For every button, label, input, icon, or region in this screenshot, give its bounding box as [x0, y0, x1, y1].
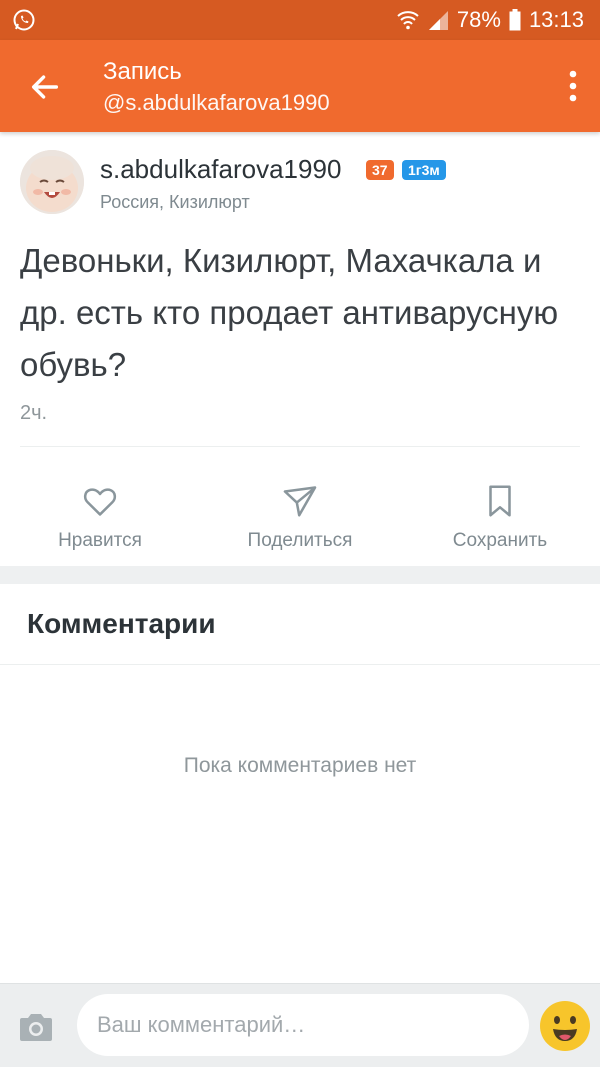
post-text: Девоньки, Кизилюрт, Махачкала и др. есть…	[20, 242, 559, 383]
smiley-icon[interactable]	[539, 1000, 591, 1052]
signal-icon	[428, 11, 448, 30]
level-badge: 37	[366, 160, 394, 180]
comment-input[interactable]	[77, 994, 529, 1056]
page-title: Запись	[103, 58, 182, 85]
camera-icon[interactable]	[18, 1012, 54, 1042]
avatar[interactable]	[20, 150, 84, 214]
wifi-icon	[397, 11, 419, 30]
share-label: Поделиться	[247, 530, 353, 551]
status-bar: 78% 13:13	[0, 0, 600, 40]
section-separator	[0, 566, 600, 584]
bookmark-icon	[489, 485, 511, 517]
share-plane-icon	[283, 486, 317, 517]
whatsapp-icon	[13, 9, 35, 31]
app-bar: Запись @s.abdulkafarova1990	[0, 40, 600, 132]
heart-icon	[83, 488, 117, 516]
no-comments-message: Пока комментариев нет	[183, 754, 417, 777]
save-button[interactable]: Сохранить	[400, 472, 600, 562]
comments-heading: Комментарии	[27, 608, 216, 639]
baby-face-image	[20, 150, 84, 214]
share-button[interactable]: Поделиться	[200, 472, 400, 562]
clock: 13:13	[528, 7, 584, 32]
author-name[interactable]: s.abdulkafarova1990	[100, 154, 341, 185]
post-timestamp: 2ч.	[20, 402, 48, 424]
post-header: s.abdulkafarova1990 37 1г3м Россия, Кизи…	[0, 132, 600, 222]
divider	[0, 664, 600, 665]
save-label: Сохранить	[452, 530, 548, 551]
comment-composer	[0, 983, 600, 1067]
battery-percent: 78%	[456, 7, 501, 32]
back-arrow-icon[interactable]	[28, 70, 62, 104]
more-menu-icon[interactable]	[566, 66, 580, 106]
page-subtitle: @s.abdulkafarova1990	[103, 90, 330, 115]
like-label: Нравится	[58, 530, 142, 551]
divider	[20, 446, 580, 447]
account-age-badge: 1г3м	[402, 160, 446, 180]
author-location: Россия, Кизилюрт	[100, 192, 250, 212]
like-button[interactable]: Нравится	[0, 472, 200, 562]
post-actions: Нравится Поделиться Сохранить	[0, 472, 600, 562]
battery-icon	[509, 9, 521, 31]
